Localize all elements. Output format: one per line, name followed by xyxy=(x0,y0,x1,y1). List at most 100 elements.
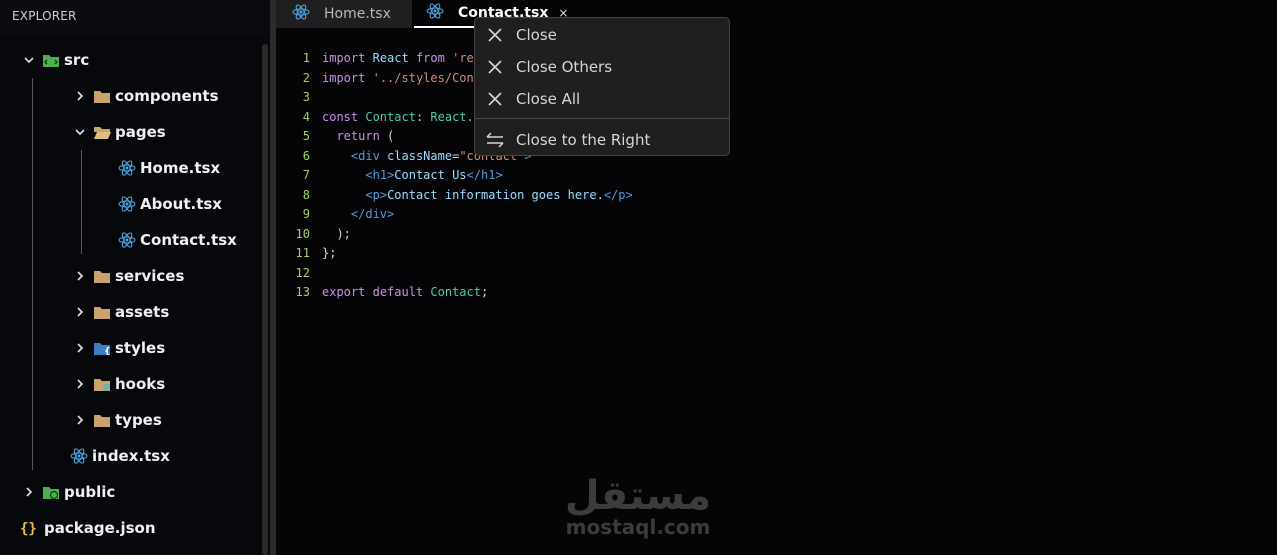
tree-indent-guide xyxy=(81,150,82,254)
tree-item-label: public xyxy=(64,483,116,501)
folder-public-icon xyxy=(42,484,60,500)
line-number: 12 xyxy=(295,265,310,280)
code-line: 13 export default Contact; xyxy=(276,285,489,305)
code-line: 11 }; xyxy=(276,246,337,266)
code-token: p xyxy=(372,187,380,202)
svg-text:{}: {} xyxy=(20,521,37,536)
tree-item-contact-tsx[interactable]: Contact.tsx xyxy=(118,222,237,258)
tree-item-home-tsx[interactable]: Home.tsx xyxy=(118,150,220,186)
tree-item-pages[interactable]: pages xyxy=(73,114,166,150)
code-line: 1 import React from 'rea xyxy=(276,51,481,71)
chevron-right-icon xyxy=(73,413,87,427)
chevron-right-icon xyxy=(73,269,87,283)
json-braces-icon: {} xyxy=(20,520,40,537)
code-token: ( xyxy=(387,129,395,143)
tree-item-about-tsx[interactable]: About.tsx xyxy=(118,186,222,222)
tab-label: Home.tsx xyxy=(324,6,391,22)
tree-item-assets[interactable]: assets xyxy=(73,294,169,330)
watermark-arabic-text: مستقل xyxy=(564,473,712,519)
folder-src-icon xyxy=(42,52,60,68)
tree-item-styles[interactable]: {} styles xyxy=(73,330,165,366)
explorer-scrollbar[interactable] xyxy=(262,44,268,555)
tree-item-label: Contact.tsx xyxy=(140,231,237,249)
tree-item-package-json[interactable]: {} package.json xyxy=(20,510,156,546)
menu-separator xyxy=(475,118,729,119)
close-icon xyxy=(485,89,505,109)
code-token: > xyxy=(495,168,503,182)
line-number: 1 xyxy=(302,51,310,65)
chevron-right-icon xyxy=(73,341,87,355)
folder-open-icon xyxy=(93,124,111,140)
line-number: 5 xyxy=(302,129,310,143)
tab-home-tsx[interactable]: Home.tsx xyxy=(276,0,412,28)
tree-item-label: components xyxy=(115,87,219,105)
code-line: 3 xyxy=(276,90,310,110)
code-token: '../styles/Cont xyxy=(372,70,481,85)
tree-item-label: src xyxy=(64,51,90,69)
line-number: 9 xyxy=(302,207,310,221)
react-icon xyxy=(118,232,136,248)
code-token: const xyxy=(322,109,359,124)
code-token: React. xyxy=(430,109,474,124)
folder-styles-icon: {} xyxy=(93,340,117,357)
code-token: Contact xyxy=(365,109,416,124)
menu-item-label: Close xyxy=(516,26,557,44)
tree-item-public[interactable]: public xyxy=(22,474,115,510)
tree-item-label: types xyxy=(115,411,162,429)
chevron-right-icon xyxy=(73,89,87,103)
watermark-latin-text: mostaql.com xyxy=(565,515,711,539)
close-icon xyxy=(485,57,505,77)
line-number: 8 xyxy=(302,187,310,202)
code-token: div xyxy=(358,148,380,163)
code-token: export xyxy=(322,285,366,299)
code-token: h1 xyxy=(372,168,388,182)
menu-item-close-to-the-right[interactable]: Close to the Right xyxy=(475,125,729,155)
code-token: Contact xyxy=(430,285,481,299)
close-icon xyxy=(485,25,505,45)
tree-item-index-tsx[interactable]: index.tsx xyxy=(70,438,170,474)
code-token: import xyxy=(322,51,366,65)
explorer-title: EXPLORER xyxy=(0,0,270,34)
tree-item-label: services xyxy=(115,267,185,285)
svg-text:{}: {} xyxy=(104,347,111,356)
code-token: return xyxy=(336,129,380,143)
code-token: ; xyxy=(480,285,489,299)
explorer-panel: EXPLORER src components pages Home.tsx A… xyxy=(0,0,270,555)
menu-item-close-others[interactable]: Close Others xyxy=(475,52,729,82)
menu-item-label: Close Others xyxy=(516,58,613,76)
code-token: ); xyxy=(336,226,351,241)
menu-item-close[interactable]: Close xyxy=(475,20,729,50)
react-icon xyxy=(118,196,136,212)
line-number: 2 xyxy=(302,70,310,85)
code-token: < xyxy=(365,168,373,182)
code-line: 2 import '../styles/Cont xyxy=(276,70,481,91)
tree-item-src[interactable]: src xyxy=(22,42,89,78)
line-number: 7 xyxy=(302,168,310,182)
tree-item-hooks[interactable]: hooks xyxy=(73,366,165,402)
chevron-right-icon xyxy=(22,485,36,499)
code-token: : xyxy=(415,109,424,124)
code-line: 12 xyxy=(276,266,310,286)
code-token: }; xyxy=(322,246,337,260)
code-line: 6 <div className="contact"> xyxy=(276,148,532,169)
react-icon xyxy=(70,448,88,464)
menu-item-close-all[interactable]: Close All xyxy=(475,84,729,114)
tree-item-label: pages xyxy=(115,123,166,141)
react-icon xyxy=(118,160,136,176)
code-line: 10 ); xyxy=(276,227,351,247)
mostaql-watermark: مستقل mostaql.com xyxy=(563,475,713,545)
code-token: default xyxy=(372,285,424,299)
folder-icon xyxy=(93,304,111,320)
code-token: </ xyxy=(466,168,481,182)
line-number: 13 xyxy=(295,285,310,299)
code-token: import xyxy=(322,70,366,85)
tree-item-services[interactable]: services xyxy=(73,258,184,294)
code-token: React xyxy=(372,51,409,65)
line-number: 6 xyxy=(302,148,310,163)
code-token: div xyxy=(365,207,388,221)
chevron-down-icon xyxy=(22,53,36,67)
line-number: 11 xyxy=(295,246,310,260)
tree-item-label: hooks xyxy=(115,375,166,393)
tree-item-types[interactable]: types xyxy=(73,402,162,438)
tree-item-components[interactable]: components xyxy=(73,78,219,114)
